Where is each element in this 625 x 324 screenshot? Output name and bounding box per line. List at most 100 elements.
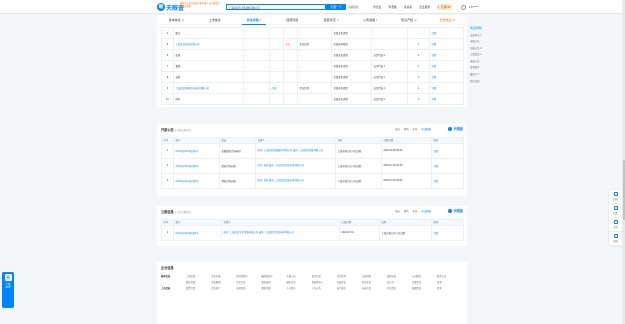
table-row: 7 董事 - - - 全部业务类型 法定代表人 1 详情	[161, 60, 464, 72]
advanced-search-link[interactable]: 高级搜索	[348, 5, 358, 9]
bell-icon[interactable]	[461, 4, 466, 10]
user-menu[interactable]: 177****	[469, 5, 478, 9]
detail-link[interactable]: 详情	[429, 71, 464, 83]
detail-link[interactable]: 详情	[431, 224, 464, 241]
info-link[interactable]: 发行相关	[337, 286, 362, 290]
rail-item[interactable]: 被执行人	[470, 72, 492, 76]
info-link[interactable]: 上市公告	[312, 286, 337, 290]
info-link[interactable]: 总公司	[387, 280, 412, 284]
export-button[interactable]: 导出数据	[421, 209, 431, 213]
nav-item[interactable]: 查关系	[404, 5, 412, 9]
table-cell[interactable]: 原告: 上海某某金融服务有限公司 被告: 上海某某科技有限公司	[255, 142, 336, 159]
export-button[interactable]: 导出数据	[421, 127, 431, 131]
tab-development[interactable]: 公司发展5	[351, 18, 390, 22]
float-share[interactable]: 分享	[609, 218, 622, 232]
rail-item[interactable]: 法院公告	[470, 39, 492, 43]
info-link[interactable]: 最终受益人	[261, 274, 286, 278]
detail-link[interactable]: 详情	[429, 60, 464, 72]
card-title: 开庭公告	[161, 128, 174, 132]
table-cell[interactable]: (2023)沪0104民初8号	[173, 157, 220, 174]
info-link[interactable]: 高管信息	[236, 286, 261, 290]
info-link[interactable]: 企业年报	[211, 274, 236, 278]
info-link[interactable]: 股东信息	[312, 274, 337, 278]
nav-item[interactable]: 企业服务	[419, 5, 430, 9]
info-link[interactable]: 关联企业	[337, 280, 362, 284]
info-link[interactable]: 更多	[437, 286, 462, 290]
detail-link[interactable]: 详情	[429, 82, 464, 94]
info-link[interactable]: 对外投资	[337, 274, 362, 278]
info-link[interactable]: 更多	[437, 280, 462, 284]
detail-link[interactable]: 详情	[429, 93, 464, 105]
info-link[interactable]: 股权穿透	[186, 280, 211, 284]
detail-link[interactable]: 详情	[429, 49, 464, 61]
info-link[interactable]: 股权结构	[261, 280, 286, 284]
table-cell: 法定代表人	[371, 49, 408, 61]
info-link[interactable]: 受益所有人	[312, 280, 337, 284]
tab-business-risk[interactable]: 经营风险	[273, 18, 312, 22]
info-link[interactable]: 企业图谱	[211, 280, 236, 284]
info-link[interactable]: 参股控股	[261, 286, 286, 290]
table-cell[interactable]: 上海某某网络信息技术有限公司	[173, 82, 244, 94]
vip-button[interactable]: 开通VIP	[439, 4, 453, 10]
tab-ip[interactable]: 知识产权32	[390, 18, 429, 22]
filter-role[interactable]: 角色	[404, 127, 409, 131]
search-button[interactable]: 天眼一下	[326, 4, 346, 10]
filter-cause[interactable]: 案由	[395, 209, 400, 213]
search-input[interactable]: 上海某某信息科技有限公司	[226, 4, 326, 10]
info-link[interactable]: 十大股东	[286, 286, 311, 290]
info-link[interactable]: 分红情况	[387, 286, 412, 290]
tab-listing[interactable]: 上市信息	[196, 18, 235, 22]
rail-item[interactable]: 法律诉讼 1	[470, 33, 492, 37]
watermark-logo: 天眼查	[448, 126, 463, 131]
info-link[interactable]: 分支机构	[362, 274, 387, 278]
tab-history[interactable]: 历史信息46	[428, 18, 467, 22]
info-link[interactable]: 股票行情	[186, 286, 211, 290]
detail-link[interactable]: 详情	[431, 172, 464, 189]
rail-item[interactable]: 送达公告	[470, 59, 492, 63]
table-cell[interactable]: (2023)沪0104民初5号	[173, 172, 220, 189]
float-top[interactable]: 顶部	[609, 232, 622, 246]
info-link[interactable]: 企业简介	[211, 286, 236, 290]
info-link[interactable]: 变更记录	[387, 274, 412, 278]
filter-year[interactable]: 年份	[413, 127, 418, 131]
table-cell[interactable]: 原告: 某某 被告: 上海某某信息技术有限公司	[255, 172, 336, 189]
rail-item[interactable]: 失信信息	[470, 79, 492, 83]
detail-link[interactable]: 详情	[429, 38, 464, 50]
filter-cause[interactable]: 案由	[395, 127, 400, 131]
rail-item[interactable]: 终本案件	[470, 65, 492, 69]
info-link[interactable]: 工商信息	[186, 274, 211, 278]
info-link[interactable]: 联系方式	[437, 274, 462, 278]
table-cell[interactable]: (2024)沪0104民初4号	[173, 142, 220, 159]
tab-operations[interactable]: 经营状况37	[312, 18, 351, 22]
info-link[interactable]: 历史沿革	[236, 280, 261, 284]
info-link[interactable]: 实际控制人	[236, 274, 261, 278]
info-link[interactable]: 公司概况	[412, 274, 437, 278]
filter-role[interactable]: 角色	[404, 209, 409, 213]
scrollbar-thumb[interactable]	[622, 160, 625, 220]
float-feedback[interactable]: 反馈	[609, 204, 622, 218]
nav-item[interactable]: 查企业	[373, 5, 381, 9]
detail-link[interactable]: 详情	[429, 27, 464, 39]
info-link[interactable]: 控股企业	[412, 280, 437, 284]
info-link[interactable]: 主要人员	[286, 274, 311, 278]
tab-legal-risk[interactable]: 司法风险8	[235, 18, 274, 25]
tab-basic-info[interactable]: 基本信息22	[157, 18, 196, 22]
download-app-badge[interactable]: 天 下载 APP	[2, 272, 14, 308]
nav-item[interactable]: 查老板	[388, 5, 396, 9]
table-cell[interactable]: 原告: 某某 被告: 上海某某信息技术有限公司	[255, 157, 336, 174]
table-cell[interactable]: 上海某某科技有限公司	[173, 38, 244, 50]
float-consult[interactable]: 咨询	[609, 190, 622, 204]
table-cell[interactable]: (2024)沪0104民初3号	[173, 224, 222, 241]
rail-item[interactable]: 立案信息 1	[470, 52, 492, 56]
section-tabs: 基本信息22 上市信息 司法风险8 经营风险 经营状况37 公司发展5 知识产权…	[157, 15, 467, 25]
table-cell: -	[407, 27, 430, 39]
detail-link[interactable]: 详情	[431, 157, 464, 174]
info-link[interactable]: 配股情况	[412, 286, 437, 290]
rail-item[interactable]: 开庭公告 3	[470, 46, 492, 50]
detail-link[interactable]: 详情	[431, 142, 464, 159]
info-link[interactable]: 证券信息	[362, 286, 387, 290]
info-link[interactable]: 疑似关系	[286, 280, 311, 284]
filter-year[interactable]: 年份	[413, 209, 418, 213]
info-link[interactable]: 企业关系	[362, 280, 387, 284]
table-cell[interactable]: 原告: 上海某某文化传播有限公司 被告: 上海某某信息技术有限公司	[221, 224, 340, 241]
